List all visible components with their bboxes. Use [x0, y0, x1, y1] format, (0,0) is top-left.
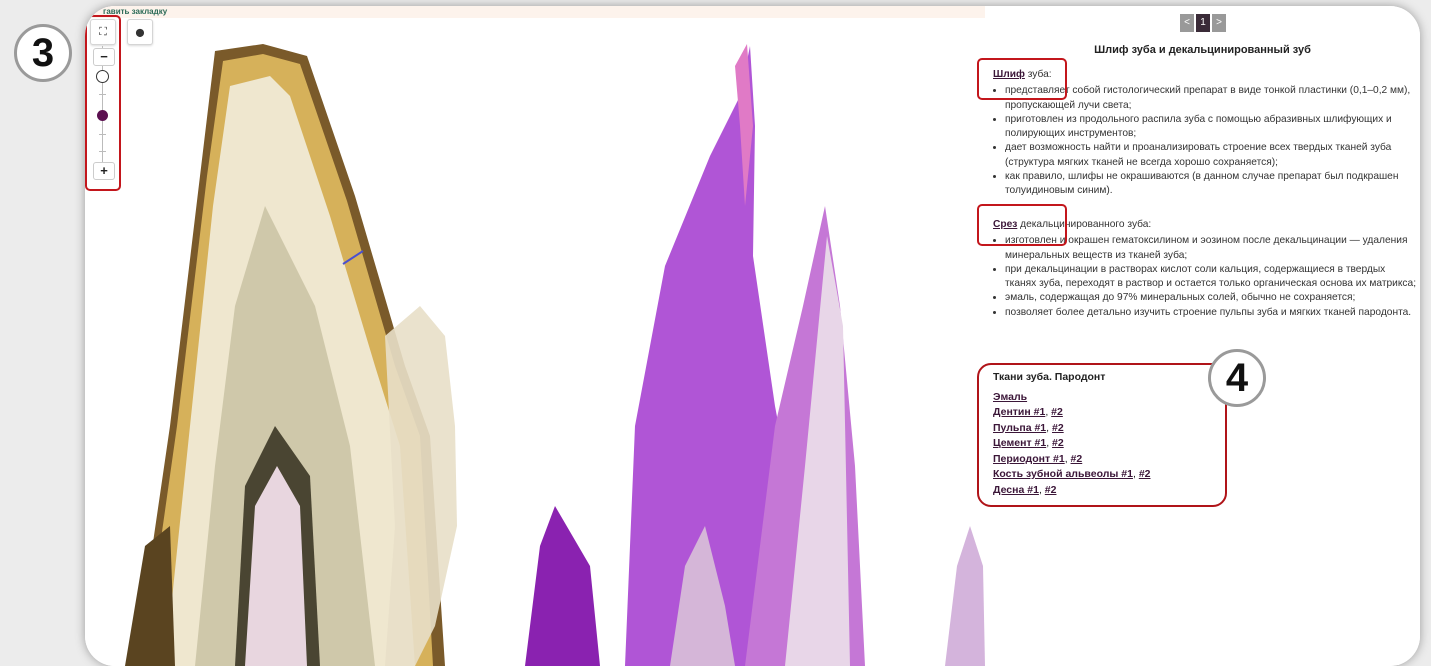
list-item: при декальцинации в растворах кислот сол… — [1005, 263, 1418, 292]
pagination: < 1 > — [1180, 14, 1226, 32]
step-marker-3: 3 — [14, 24, 72, 82]
list-item: позволяет более детально изучить строени… — [1005, 306, 1418, 320]
page-title: Шлиф зуба и декальцинированный зуб — [1094, 44, 1311, 56]
tooth-specimen-image[interactable] — [85, 6, 985, 666]
app-window: гавить закладку ⛶ ⬤ − + < 1 > Шлиф зуба … — [85, 6, 1420, 666]
location-pin-button[interactable]: ⬤ — [127, 19, 153, 45]
list-item: как правило, шлифы не окрашиваются (в да… — [1005, 170, 1418, 199]
next-page-button[interactable]: > — [1212, 14, 1226, 32]
shlif-list: представляет собой гистологический препа… — [993, 84, 1418, 198]
list-item: дает возможность найти и проанализироват… — [1005, 141, 1418, 170]
srez-list: изготовлен и окрашен гематоксилином и эо… — [993, 234, 1418, 320]
current-page[interactable]: 1 — [1196, 14, 1210, 32]
slide-viewer[interactable]: гавить закладку ⛶ ⬤ − + — [85, 6, 985, 666]
srez-highlight — [977, 204, 1067, 246]
list-item: приготовлен из продольного распила зуба … — [1005, 113, 1418, 142]
zoom-controls-highlight — [85, 15, 121, 191]
shlif-highlight — [977, 58, 1067, 100]
pin-icon: ⬤ — [135, 27, 145, 37]
description-panel: < 1 > Шлиф зуба и декальцинированный зуб… — [977, 6, 1420, 666]
prev-page-button[interactable]: < — [1180, 14, 1194, 32]
list-item: эмаль, содержащая до 97% минеральных сол… — [1005, 291, 1418, 305]
step-marker-4: 4 — [1208, 349, 1266, 407]
bookmark-bar: гавить закладку — [85, 6, 985, 18]
tissues-highlight — [977, 363, 1227, 507]
